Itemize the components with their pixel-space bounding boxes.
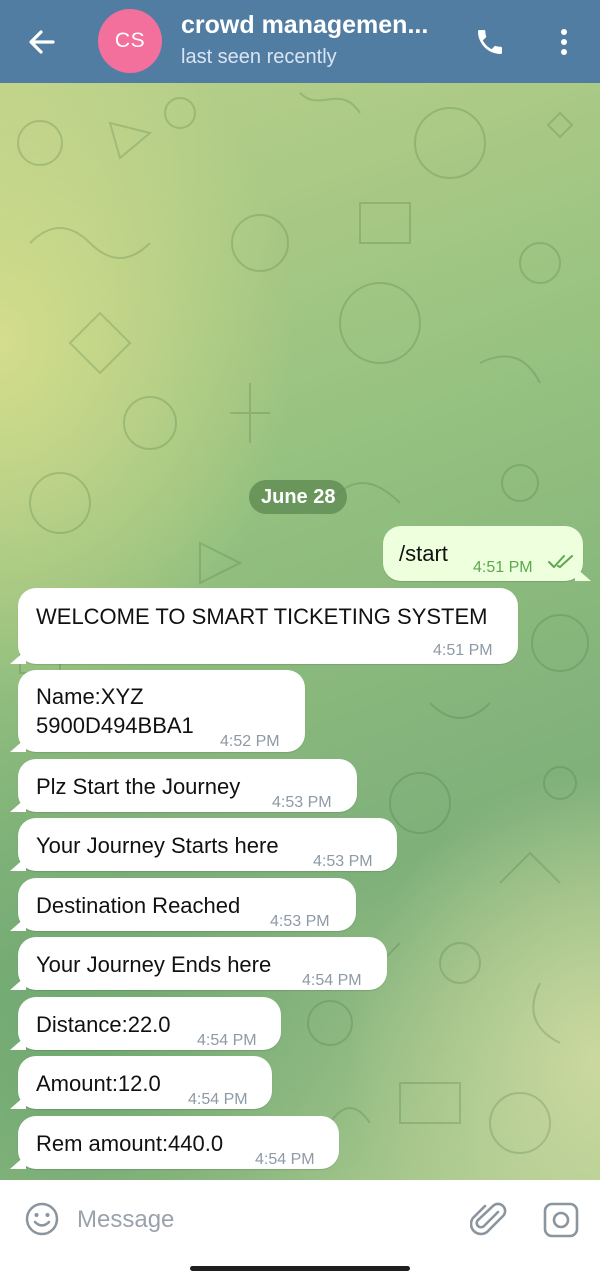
message-time: 4:52 PM [220, 733, 280, 750]
emoji-button[interactable] [24, 1201, 60, 1237]
message-text: Destination Reached [36, 893, 241, 918]
message-input[interactable] [77, 1198, 457, 1242]
camera-icon [543, 1202, 579, 1238]
message-time: 4:53 PM [270, 913, 330, 930]
message-text: /start [399, 541, 448, 566]
message-in[interactable]: Your Journey Ends here 4:54 PM [18, 937, 387, 990]
message-text: Amount:12.0 [36, 1071, 161, 1096]
back-button[interactable] [22, 22, 62, 62]
message-in[interactable]: Rem amount:440.0 4:54 PM [18, 1116, 339, 1169]
message-time: 4:54 PM [255, 1151, 315, 1168]
message-in[interactable]: WELCOME TO SMART TICKETING SYSTEM 4:51 P… [18, 588, 518, 664]
message-time: 4:54 PM [197, 1032, 257, 1049]
avatar[interactable]: CS [98, 9, 162, 73]
chat-area[interactable]: June 28 /start 4:51 PM WELCOME TO SMART … [0, 83, 600, 1180]
chat-title[interactable]: crowd managemen... [181, 11, 428, 40]
message-out[interactable]: /start 4:51 PM [383, 526, 583, 581]
message-time: 4:54 PM [188, 1091, 248, 1108]
double-check-icon [548, 555, 573, 568]
avatar-initials: CS [114, 29, 146, 52]
camera-button[interactable] [542, 1200, 580, 1240]
message-composer [0, 1180, 600, 1280]
message-text: Rem amount:440.0 [36, 1131, 224, 1156]
message-time: 4:51 PM [473, 559, 533, 576]
back-arrow-icon [29, 30, 55, 54]
message-time: 4:51 PM [433, 642, 493, 659]
message-in[interactable]: Name:XYZ 5900D494BBA1 4:52 PM [18, 670, 305, 752]
attach-icon [469, 1202, 507, 1236]
message-text: Your Journey Starts here [36, 833, 279, 858]
message-text: Plz Start the Journey [36, 774, 241, 799]
message-text: Your Journey Ends here [36, 952, 272, 977]
message-in[interactable]: Distance:22.0 4:54 PM [18, 997, 281, 1050]
message-time: 4:53 PM [313, 853, 373, 870]
attach-button[interactable] [469, 1200, 508, 1240]
message-text: WELCOME TO SMART TICKETING SYSTEM [36, 604, 488, 629]
call-button[interactable] [470, 22, 510, 62]
message-in[interactable]: Your Journey Starts here 4:53 PM [18, 818, 397, 871]
emoji-icon [25, 1202, 59, 1236]
message-in[interactable]: Amount:12.0 4:54 PM [18, 1056, 272, 1109]
more-vertical-icon [561, 29, 567, 55]
chat-header: CS crowd managemen... last seen recently [0, 0, 600, 83]
home-indicator[interactable] [190, 1266, 410, 1271]
chat-status: last seen recently [181, 46, 337, 68]
more-options-button[interactable] [546, 22, 582, 62]
message-in[interactable]: Plz Start the Journey 4:53 PM [18, 759, 357, 812]
date-separator: June 28 [249, 480, 348, 514]
message-time: 4:54 PM [302, 972, 362, 989]
message-text: Name:XYZ 5900D494BBA1 [36, 684, 194, 738]
message-time: 4:53 PM [272, 794, 332, 811]
phone-icon [478, 30, 502, 54]
message-in[interactable]: Destination Reached 4:53 PM [18, 878, 356, 931]
message-text: Distance:22.0 [36, 1012, 171, 1037]
